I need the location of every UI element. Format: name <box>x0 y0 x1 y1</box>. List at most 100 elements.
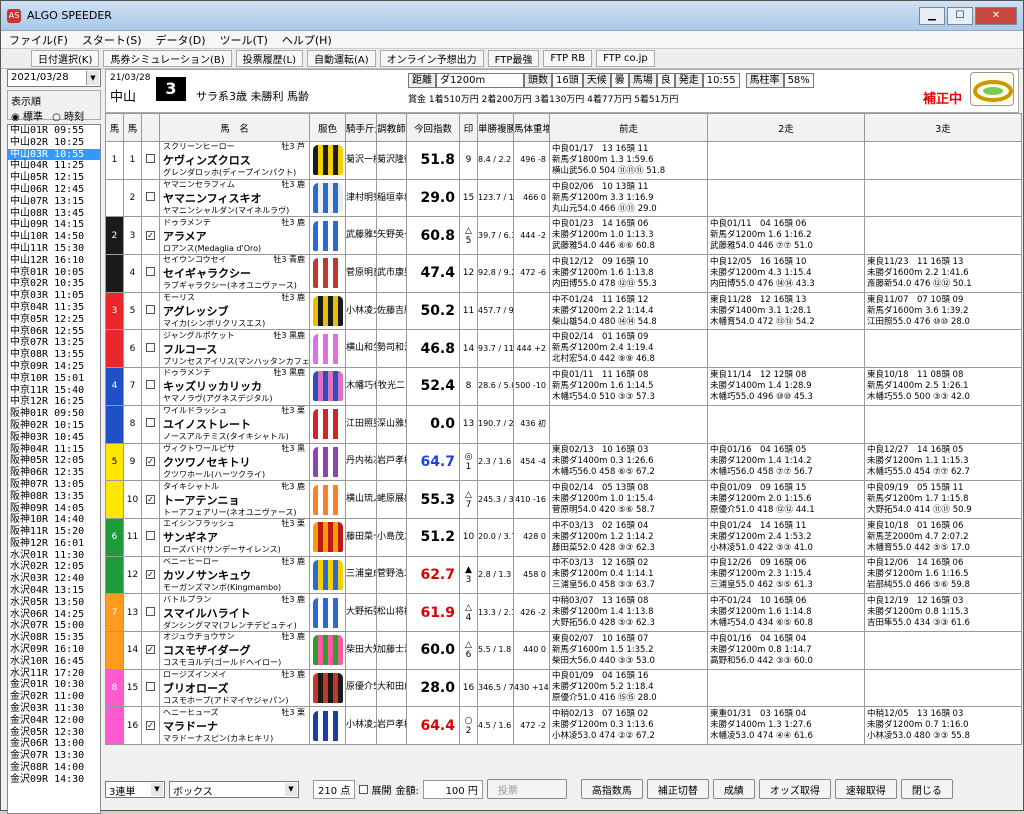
table-row[interactable]: 16 ✓ ヘニーヒューズ 牡3 栗マラドーナマラドーナスピン(カネヒキリ) 小林凌大53… <box>105 706 1022 745</box>
horse-checkbox[interactable] <box>146 418 155 428</box>
race-list-item[interactable]: 金沢05R 12:30 <box>8 727 100 739</box>
table-row[interactable]: 4 7 ドゥラメンテ 牡3 黒鹿 キッズリッカリッカ ヤマノラヴ(アグネスデジタル) 木幡巧… <box>105 367 1022 406</box>
high-index-button[interactable]: 高指数馬 <box>580 779 643 799</box>
race-list-item[interactable]: 阪神10R 14:40 <box>8 514 100 526</box>
mark-cell[interactable]: ◎ 1 <box>459 442 478 482</box>
menu-item[interactable]: ヘルプ(H) <box>282 32 332 48</box>
race-list-item[interactable]: 金沢04R 12:00 <box>8 715 100 727</box>
toolbar-button[interactable]: FTP co.jp <box>596 50 655 67</box>
race-list-item[interactable]: 中京02R 10:35 <box>8 278 100 290</box>
mark-cell[interactable]: 16 <box>459 668 478 708</box>
horse-name-cell[interactable]: モーリス 牡3 鹿アグレッシブ マイカ(シンボリクリスエス) <box>159 291 310 331</box>
date-select[interactable]: 2021/03/28 ▼ <box>7 69 101 87</box>
race-list-item[interactable]: 中京03R 11:05 <box>8 290 100 302</box>
race-list[interactable]: 中山01R 09:55 中山02R 10:25 中山03R 10:55 中山04R 1… <box>7 124 101 814</box>
horse-checkbox[interactable]: ✓ <box>146 720 155 730</box>
mark-cell[interactable]: ○ 2 <box>459 706 478 745</box>
vote-button[interactable]: 投票 <box>486 779 567 799</box>
horse-name-cell[interactable]: ベニーヒーロー 牡3 鹿カツノサンキュウ モーガンズマンボ(Kingmambo) <box>159 555 310 595</box>
race-list-item[interactable]: 阪神05R 12:05 <box>8 455 100 467</box>
toolbar-button[interactable]: 投票履歴(L) <box>235 50 304 67</box>
results-button[interactable]: 成績 <box>712 779 755 799</box>
horse-checkbox[interactable]: ✓ <box>146 569 155 579</box>
mark-cell[interactable]: 10 <box>459 517 478 557</box>
race-list-item[interactable]: 中山12R 16:10 <box>8 255 100 267</box>
race-list-item[interactable]: 阪神06R 12:35 <box>8 467 100 479</box>
table-row[interactable]: 35 モーリス 牡3 鹿アグレッシブマイカ(シンボリクリスエス) 小林凌大53.0佐藤… <box>105 291 1022 331</box>
close-window-button[interactable]: 閉じる <box>900 779 953 799</box>
check-cell[interactable] <box>141 254 160 293</box>
horse-name-cell[interactable]: ヴィクトワールピサ 牡3 黒クツワノセキトリ クツワホール(ハーツクライ) <box>159 442 310 482</box>
mark-cell[interactable]: △ 5 <box>459 216 478 256</box>
mark-cell[interactable]: △ 6 <box>459 630 478 670</box>
check-cell[interactable] <box>141 291 160 331</box>
table-row[interactable]: 7 13 バトルプラン 牡3 鹿スマイルハライト ダンシングママ(フレンチデピュティ) 大… <box>105 593 1022 632</box>
race-list-item[interactable]: 水沢01R 11:30 <box>8 550 100 562</box>
race-list-item[interactable]: 金沢01R 10:30 <box>8 679 100 691</box>
toolbar-button[interactable]: FTP RB <box>543 50 593 67</box>
mark-cell[interactable]: 8 <box>459 367 478 406</box>
table-row[interactable]: 5 9 ✓ ヴィクトワールピサ 牡3 黒クツワノセキトリ クツワホール(ハーツクライ) 丹内… <box>105 442 1022 482</box>
table-row[interactable]: 2 3 ✓ ドゥラメンテ 牡3 鹿アラメア ロアンス(Medaglia d'Oro) 武藤雅… <box>105 216 1022 256</box>
horse-checkbox[interactable] <box>146 606 155 616</box>
flash-fetch-button[interactable]: 速報取得 <box>834 779 897 799</box>
bet-type-select[interactable]: 3連単 ▼ <box>105 780 165 798</box>
horse-name-cell[interactable]: ドゥラメンテ 牡3 鹿アラメア ロアンス(Medaglia d'Oro) <box>159 216 310 256</box>
horse-name-cell[interactable]: ワイルドラッシュ 牡3 栗ユイノストレート ノースアルテミス(タイキシャトル) <box>159 404 310 444</box>
race-list-item[interactable]: 中山06R 12:45 <box>8 184 100 196</box>
check-cell[interactable] <box>141 329 160 369</box>
race-list-item[interactable]: 阪神03R 10:45 <box>8 432 100 444</box>
race-list-item[interactable]: 中京10R 15:01 <box>8 373 100 385</box>
horse-checkbox[interactable] <box>146 267 155 277</box>
table-row[interactable]: 2 ヤマニンセラフィム 牡3 鹿ヤマニンフィスキオ ヤマニンシャルダン(マイネルラヴ)… <box>105 178 1022 218</box>
race-list-item[interactable]: 阪神01R 09:50 <box>8 408 100 420</box>
race-list-item[interactable]: 水沢04R 13:15 <box>8 585 100 597</box>
check-cell[interactable]: ✓ <box>141 442 160 482</box>
check-cell[interactable] <box>141 593 160 632</box>
race-list-item[interactable]: 中京05R 12:25 <box>8 314 100 326</box>
race-list-item[interactable]: 水沢08R 15:35 <box>8 632 100 644</box>
mark-cell[interactable]: ▲ 3 <box>459 555 478 595</box>
race-list-item[interactable]: 中山11R 15:30 <box>8 243 100 255</box>
check-cell[interactable]: ✓ <box>141 630 160 670</box>
mark-cell[interactable]: 13 <box>459 404 478 444</box>
horse-name-cell[interactable]: エイシンフラッシュ 牡3 栗サンギネア ローズバド(サンデーサイレンス) <box>159 517 310 557</box>
correction-toggle-button[interactable]: 補正切替 <box>646 779 709 799</box>
race-list-item[interactable]: 金沢03R 11:30 <box>8 703 100 715</box>
race-list-item[interactable]: 水沢11R 17:20 <box>8 668 100 680</box>
race-list-item[interactable]: 水沢10R 16:45 <box>8 656 100 668</box>
race-list-item[interactable]: 中山04R 11:25 <box>8 160 100 172</box>
check-cell[interactable] <box>141 141 160 180</box>
race-list-item[interactable]: 金沢07R 13:30 <box>8 750 100 762</box>
race-list-item[interactable]: 中京01R 10:05 <box>8 267 100 279</box>
race-list-item[interactable]: 水沢02R 12:05 <box>8 561 100 573</box>
horse-checkbox[interactable]: ✓ <box>146 456 155 466</box>
race-list-item[interactable]: 水沢09R 16:10 <box>8 644 100 656</box>
race-list-item[interactable]: 阪神02R 10:15 <box>8 420 100 432</box>
mark-cell[interactable]: △ 7 <box>459 480 478 519</box>
race-list-item[interactable]: 水沢03R 12:40 <box>8 573 100 585</box>
horse-checkbox[interactable] <box>146 342 155 352</box>
menu-item[interactable]: データ(D) <box>156 32 206 48</box>
race-list-item[interactable]: 中山03R 10:55 <box>8 148 100 161</box>
horse-name-cell[interactable]: セイウンコウセイ 牡3 青鹿 セイギャラクシー ラブギャラクシー(ネオユニヴァース) <box>159 254 310 293</box>
race-list-item[interactable]: 金沢02R 11:00 <box>8 691 100 703</box>
check-cell[interactable] <box>141 367 160 406</box>
horse-checkbox[interactable] <box>146 154 155 164</box>
table-row[interactable]: 4 セイウンコウセイ 牡3 青鹿 セイギャラクシー ラブギャラクシー(ネオユニヴァース)… <box>105 254 1022 293</box>
race-list-item[interactable]: 金沢06R 13:00 <box>8 738 100 750</box>
check-cell[interactable]: ✓ <box>141 706 160 745</box>
table-row[interactable]: 10 ✓ タイキシャトル 牝3 鹿トーアテンニョ トーアフェアリー(ネオユニヴァース) 横… <box>105 480 1022 519</box>
race-list-item[interactable]: 中山05R 12:15 <box>8 172 100 184</box>
check-cell[interactable]: ✓ <box>141 480 160 519</box>
table-row[interactable]: 8 ワイルドラッシュ 牡3 栗ユイノストレート ノースアルテミス(タイキシャトル) 江田… <box>105 404 1022 444</box>
check-cell[interactable]: ✓ <box>141 216 160 256</box>
menu-item[interactable]: ツール(T) <box>220 32 268 48</box>
mark-cell[interactable]: △ 4 <box>459 593 478 632</box>
table-row[interactable]: 6 ジャングルポケット 牡3 黒鹿 フルコース プリンセスアイリス(マンハッタンカフェ)… <box>105 329 1022 369</box>
horse-checkbox[interactable]: ✓ <box>146 230 155 240</box>
race-list-item[interactable]: 金沢09R 14:30 <box>8 774 100 786</box>
race-list-item[interactable]: 金沢08R 14:00 <box>8 762 100 774</box>
bet-method-select[interactable]: ボックス ▼ <box>169 780 299 798</box>
horse-checkbox[interactable]: ✓ <box>146 645 155 655</box>
